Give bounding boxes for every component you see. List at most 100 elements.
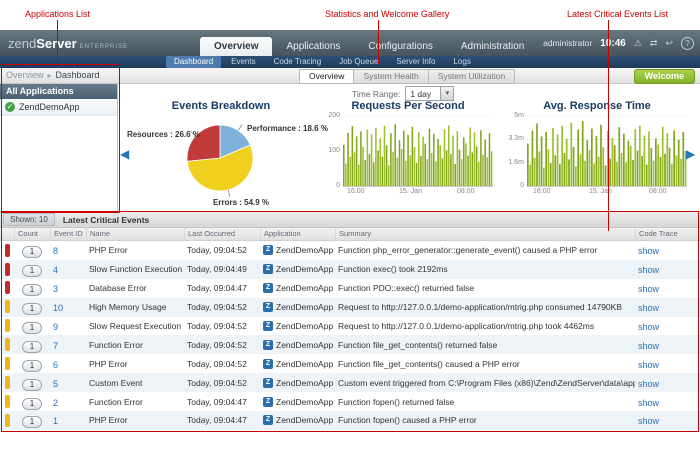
code-trace-show-link[interactable]: show [638, 416, 659, 426]
tab-applications[interactable]: Applications [272, 37, 354, 56]
subnav-code-tracing[interactable]: Code Tracing [266, 56, 330, 68]
code-trace-show-link[interactable]: show [638, 341, 659, 351]
code-trace-show-link[interactable]: show [638, 246, 659, 256]
subnav-server-info[interactable]: Server Info [388, 56, 443, 68]
severity-cell [0, 374, 14, 392]
events-section-header: Shown: 10 Latest Critical Events [0, 211, 700, 228]
x-tick: 15. Jan [399, 188, 422, 195]
code-trace-show-link[interactable]: show [638, 322, 659, 332]
event-occurred: Today, 09:04:49 [184, 264, 260, 274]
annotation-line-statistics [378, 20, 379, 64]
severity-cell [0, 279, 14, 297]
event-row[interactable]: 1 4 Slow Function Execution Today, 09:04… [0, 260, 700, 279]
requests-plot-area [343, 116, 493, 187]
code-trace-show-link[interactable]: show [638, 360, 659, 370]
welcome-button[interactable]: Welcome [634, 69, 695, 84]
code-trace-show-link[interactable]: show [638, 265, 659, 275]
count-cell: 1 [14, 355, 50, 373]
chart-title-requests: Requests Per Second [317, 100, 499, 112]
zend-app-icon: Z [263, 378, 273, 388]
y-tick: 0 [501, 182, 524, 189]
code-trace-show-link[interactable]: show [638, 303, 659, 313]
event-id-link[interactable]: 2 [53, 398, 58, 408]
event-id-link[interactable]: 8 [53, 246, 58, 256]
event-summary: Function fopen() caused a PHP error [335, 415, 635, 425]
event-application: Z ZendDemoApp [260, 359, 335, 369]
alerts-icon[interactable]: ⚠ [634, 38, 642, 49]
gallery-tab-system-health[interactable]: System Health [353, 69, 428, 84]
avg-response-time-chart: Avg. Response Time 5m 3.3m 1.6m 0 16:00 … [501, 100, 693, 210]
col-summary[interactable]: Summary [335, 228, 635, 240]
event-row[interactable]: 1 6 PHP Error Today, 09:04:52 Z ZendDemo… [0, 354, 700, 373]
sub-nav: Dashboard Events Code Tracing Job Queue … [0, 56, 700, 68]
col-application[interactable]: Application [260, 228, 335, 240]
y-tick: 0 [317, 182, 340, 189]
tab-overview[interactable]: Overview [200, 37, 272, 56]
sync-icon[interactable]: ⇄ [650, 38, 658, 49]
tab-administration[interactable]: Administration [447, 37, 538, 56]
event-id-link[interactable]: 7 [53, 341, 58, 351]
col-name[interactable]: Name [86, 228, 184, 240]
col-event-id[interactable]: Event ID [50, 228, 86, 240]
event-id-link[interactable]: 5 [53, 379, 58, 389]
event-row[interactable]: 1 2 Function Error Today, 09:04:47 Z Zen… [0, 392, 700, 411]
col-last-occurred[interactable]: Last Occurred [184, 228, 260, 240]
breadcrumb-dashboard[interactable]: Dashboard [56, 68, 100, 83]
col-code-trace[interactable]: Code Trace [635, 228, 700, 240]
sidebar-item-zenddemoapp[interactable]: ✓ ZendDemoApp [0, 99, 117, 116]
severity-bar [5, 300, 10, 313]
event-row[interactable]: 1 1 PHP Error Today, 09:04:47 Z ZendDemo… [0, 411, 700, 430]
subnav-dashboard[interactable]: Dashboard [166, 56, 221, 68]
event-id-link[interactable]: 3 [53, 284, 58, 294]
gallery-next-icon[interactable]: ▶ [686, 147, 695, 161]
event-occurred: Today, 09:04:52 [184, 378, 260, 388]
breadcrumb-overview[interactable]: Overview [6, 68, 44, 83]
event-row[interactable]: 1 5 Custom Event Today, 09:04:52 Z ZendD… [0, 373, 700, 392]
event-row[interactable]: 1 9 Slow Request Execution Today, 09:04:… [0, 317, 700, 336]
subnav-events[interactable]: Events [223, 56, 263, 68]
event-row[interactable]: 1 10 High Memory Usage Today, 09:04:52 Z… [0, 298, 700, 317]
severity-cell [0, 336, 14, 354]
event-id-link[interactable]: 4 [53, 265, 58, 275]
event-name: Database Error [86, 283, 184, 293]
code-trace-show-link[interactable]: show [638, 284, 659, 294]
event-id-link[interactable]: 6 [53, 360, 58, 370]
app-check-icon: ✓ [5, 102, 15, 112]
subnav-logs[interactable]: Logs [445, 56, 478, 68]
count-cell: 1 [14, 241, 50, 259]
help-icon[interactable]: ? [681, 37, 694, 50]
event-occurred: Today, 09:04:52 [184, 359, 260, 369]
event-id-link[interactable]: 9 [53, 322, 58, 332]
gallery-tab-overview[interactable]: Overview [299, 69, 354, 84]
event-row[interactable]: 1 8 PHP Error Today, 09:04:52 Z ZendDemo… [0, 241, 700, 260]
col-count[interactable]: Count [14, 228, 50, 240]
gallery-tab-system-utilization[interactable]: System Utilization [428, 69, 516, 84]
application-name: ZendDemoApp [276, 245, 333, 255]
event-application: Z ZendDemoApp [260, 378, 335, 388]
severity-bar [5, 263, 10, 276]
time-range-select[interactable]: 1 day ▾ [405, 86, 454, 101]
event-occurred: Today, 09:04:47 [184, 397, 260, 407]
code-trace-show-link[interactable]: show [638, 379, 659, 389]
code-trace-show-link[interactable]: show [638, 398, 659, 408]
severity-bar [5, 338, 10, 351]
event-row[interactable]: 1 3 Database Error Today, 09:04:47 Z Zen… [0, 279, 700, 298]
zend-app-icon: Z [263, 321, 273, 331]
gallery-tabs: Overview System Health System Utilizatio… [300, 69, 515, 84]
event-name: PHP Error [86, 245, 184, 255]
zend-server-logo: zendServerENTERPRISE [8, 35, 128, 53]
count-cell: 1 [14, 298, 50, 316]
severity-cell [0, 260, 14, 278]
event-id-link[interactable]: 10 [53, 303, 63, 313]
event-row[interactable]: 1 7 Function Error Today, 09:04:52 Z Zen… [0, 335, 700, 354]
tab-configurations[interactable]: Configurations [354, 37, 446, 56]
gallery-prev-icon[interactable]: ◀ [120, 147, 129, 161]
event-occurred: Today, 09:04:52 [184, 340, 260, 350]
event-name: Slow Function Execution [86, 264, 184, 274]
event-application: Z ZendDemoApp [260, 415, 335, 425]
y-tick: 100 [317, 147, 340, 154]
logout-icon[interactable]: ↩ [665, 38, 673, 49]
top-bar: zendServerENTERPRISE Overview Applicatio… [0, 30, 700, 56]
event-id-link[interactable]: 1 [53, 416, 58, 426]
application-name: ZendDemoApp [276, 397, 333, 407]
